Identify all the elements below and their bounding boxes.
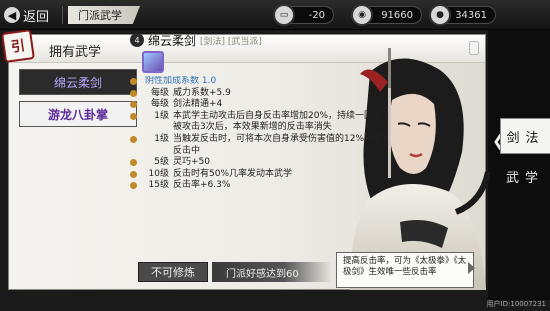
skill-detail-header: 4 绵云柔剑 [剑法] [武当派] bbox=[130, 32, 392, 48]
row-requirement: 5级 bbox=[154, 157, 169, 168]
back-button[interactable]: ◀ 返回 bbox=[4, 3, 60, 27]
row-text: 反击时有50%几率发动本武学 bbox=[173, 168, 293, 179]
bullet-dot-icon bbox=[130, 112, 137, 120]
detail-scroll-thumb[interactable] bbox=[388, 48, 391, 88]
breadcrumb: 门派武学 bbox=[68, 6, 140, 24]
breadcrumb-divider bbox=[62, 6, 63, 24]
sword-skill-icon[interactable] bbox=[142, 51, 164, 73]
row-text: 剑法精通+4 bbox=[173, 99, 223, 110]
row-requirement: 1级 bbox=[154, 133, 169, 144]
coin-icon: ● bbox=[429, 4, 451, 26]
row-text: 反击率+6.3% bbox=[173, 180, 231, 191]
bullet-dot-icon bbox=[130, 101, 137, 109]
skill-tags: [剑法] [武当派] bbox=[200, 36, 262, 47]
skill-item-youlong[interactable]: 游龙八卦掌 bbox=[19, 101, 137, 127]
level-badge: 4 bbox=[130, 33, 144, 47]
tab-sword[interactable]: 剑法 bbox=[500, 118, 550, 154]
skill-detail: 4 绵云柔剑 [剑法] [武当派] 阴性加成系数 1.0 每级 威力系数+5.9 每级… bbox=[130, 32, 392, 222]
resource-coin: ● 34361 bbox=[429, 4, 496, 26]
unlock-condition: 门派好感达到60 bbox=[212, 262, 332, 282]
user-id-label: 用户ID:10007231 bbox=[486, 300, 546, 308]
row-requirement: 1级 bbox=[154, 110, 169, 121]
seal-icon: 引 bbox=[1, 29, 35, 63]
back-arrow-icon: ◀ bbox=[4, 7, 20, 23]
bullet-dot-icon bbox=[130, 170, 137, 178]
skill-attribute-row: 每级 威力系数+5.9 bbox=[130, 88, 392, 100]
skill-list: 绵云柔剑 游龙八卦掌 bbox=[19, 69, 137, 133]
resource-value: 91660 bbox=[381, 9, 413, 21]
row-requirement: 每级 bbox=[150, 99, 169, 110]
row-text: 灵巧+50 bbox=[173, 157, 210, 168]
bullet-dot-icon bbox=[130, 135, 137, 143]
row-requirement: 15级 bbox=[148, 180, 169, 191]
hint-tooltip: 提高反击率，可为《太极拳》《太极剑》生效唯一些反击率 bbox=[336, 252, 474, 288]
skill-item-mianyun[interactable]: 绵云柔剑 bbox=[19, 69, 137, 95]
skill-attribute-row: 每级 剑法精通+4 bbox=[130, 99, 392, 111]
row-text: 威力系数+5.9 bbox=[173, 87, 231, 98]
tooltip-arrow-icon bbox=[468, 262, 475, 274]
skill-attribute-row: 1级 当触发反击时，可将本次自身承受伤害值的12%附加到反击中 bbox=[130, 134, 392, 157]
bullet-dot-icon bbox=[130, 159, 137, 167]
resource-value: -20 bbox=[308, 9, 325, 21]
skill-name: 绵云柔剑 bbox=[148, 33, 197, 48]
skill-attribute-row: 15级 反击率+6.3% bbox=[130, 180, 392, 192]
top-bar: ◀ 返回 门派武学 ▭ -20 ◉ 91660 ● 34361 bbox=[0, 0, 550, 30]
row-requirement: 每级 bbox=[150, 87, 169, 98]
bullet-dot-icon bbox=[130, 78, 137, 85]
skill-attribute-row: 10级 反击时有50%几率发动本武学 bbox=[130, 169, 392, 181]
resource-silver: ◉ 91660 bbox=[351, 4, 422, 26]
bullet-dot-icon bbox=[130, 89, 137, 97]
resource-value: 34361 bbox=[455, 9, 487, 21]
skill-attribute-list: 阴性加成系数 1.0 每级 威力系数+5.9 每级 剑法精通+4 1级 本武学主动攻击后自身… bbox=[130, 76, 392, 216]
panel-title: 拥有武学 bbox=[49, 45, 102, 60]
row-text: 阴性加成系数 1.0 bbox=[145, 76, 217, 86]
row-requirement: 10级 bbox=[148, 168, 169, 179]
cannot-train-button[interactable]: 不可修炼 bbox=[138, 262, 208, 282]
silver-icon: ◉ bbox=[351, 4, 373, 26]
skill-attribute-row: 5级 灵巧+50 bbox=[130, 157, 392, 169]
ticket-icon: ▭ bbox=[273, 4, 295, 26]
skill-attribute-row: 阴性加成系数 1.0 bbox=[130, 76, 392, 88]
row-text: 本武学主动攻击后自身反击率增加20%，持续一回合，被攻击3次后，本效果新增的反击… bbox=[173, 110, 392, 133]
skill-attribute-row: 1级 本武学主动攻击后自身反击率增加20%，持续一回合，被攻击3次后，本效果新增的… bbox=[130, 111, 392, 134]
back-label: 返回 bbox=[23, 9, 50, 25]
row-text: 当触发反击时，可将本次自身承受伤害值的12%附加到反击中 bbox=[173, 133, 392, 156]
tab-martial[interactable]: 武学 bbox=[500, 158, 550, 194]
bullet-dot-icon bbox=[130, 182, 137, 190]
resource-ticket: ▭ -20 bbox=[273, 4, 334, 26]
